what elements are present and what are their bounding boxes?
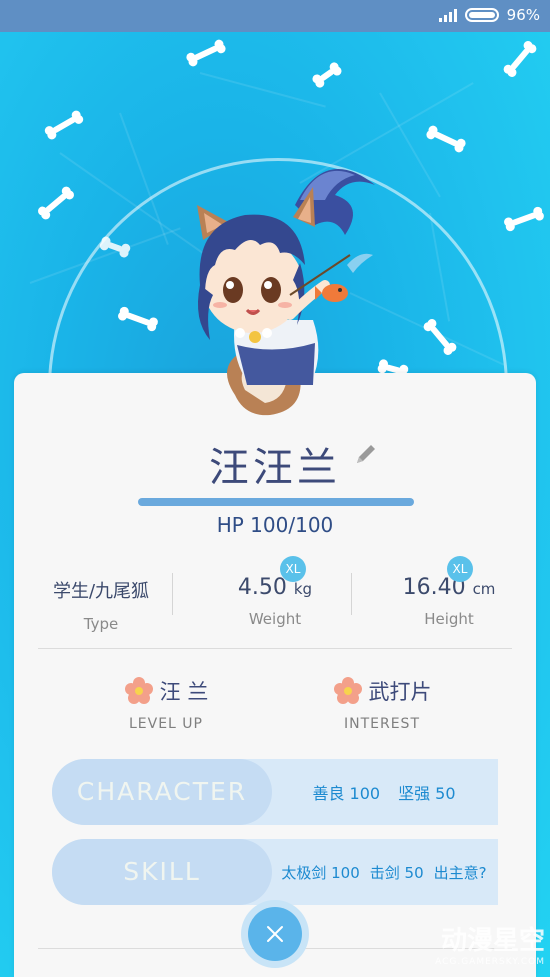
character-values: 善良 100 坚强 50 [274,759,494,825]
stat-divider [172,573,173,615]
type-label: Type [83,615,119,633]
skill-value: 击剑 50 [369,863,424,882]
watermark-sub: ACG.GAMERSKY.COM [435,957,545,967]
character-tab[interactable]: CHARACTER [52,759,272,825]
skill-value: 出主意? [433,863,487,882]
battery-percent: 96% [506,6,540,24]
interest-block: 武打片 INTEREST [282,676,482,732]
hp-bar [138,498,414,506]
level-up-block: 汪 兰 LEVEL UP [66,676,266,732]
hp-text: HP 100/100 [216,513,334,537]
character-avatar[interactable] [175,145,385,425]
weight-xl-badge: XL [280,556,306,582]
level-up-label: LEVEL UP [128,716,203,732]
flower-icon [124,677,153,704]
name-row: 汪汪兰 [14,435,536,493]
weight-unit: kg [293,580,313,598]
stat-weight: 4.50 kg Weight [188,575,362,628]
signal-icon [438,8,457,22]
section-divider [38,648,512,649]
close-button[interactable] [241,900,309,968]
height-label: Height [424,610,474,628]
skill-values: 太极剑 100 击剑 50 出主意? [274,839,494,905]
watermark: 动漫星空 ACG.GAMERSKY.COM [420,920,545,967]
skill-row: SKILL 太极剑 100 击剑 50 出主意? [52,839,498,905]
status-indicators: 96% [438,6,540,24]
character-card: 汪汪兰 HP 100/100 学生/九尾狐 Type 4.50 kg Weigh… [14,373,536,977]
weight-value: 4.50 [237,575,287,600]
level-up-value: 汪 兰 [159,680,209,704]
skill-tab[interactable]: SKILL [52,839,272,905]
stat-height: 16.40 cm Height [362,575,536,628]
interest-value: 武打片 [368,680,432,704]
weight-label: Weight [248,610,302,628]
character-row: CHARACTER 善良 100 坚强 50 [52,759,498,825]
stat-type: 学生/九尾狐 Type [14,577,188,633]
status-bar: 96% [0,0,550,32]
skill-value: 太极剑 100 [281,863,360,882]
flower-icon [333,677,362,704]
type-value: 学生/九尾狐 [52,581,150,602]
watermark-text: 动漫星空 [440,926,545,956]
interest-label: INTEREST [343,716,420,732]
character-value: 善良 100 [312,784,381,803]
height-unit: cm [472,580,496,598]
edit-pencil-icon[interactable] [351,439,381,469]
stat-divider [351,573,352,615]
character-name: 汪汪兰 [209,445,341,491]
battery-icon [464,8,499,22]
character-value: 坚强 50 [398,784,456,803]
height-xl-badge: XL [447,556,473,582]
close-icon [267,926,283,942]
